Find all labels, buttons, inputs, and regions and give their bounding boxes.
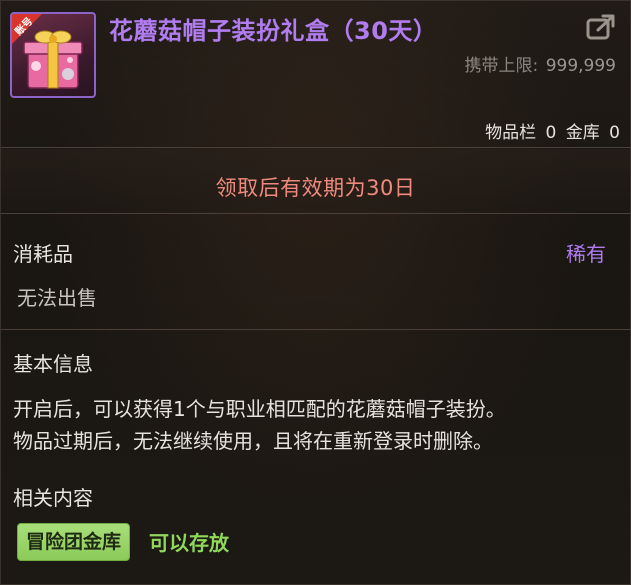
inventory-label: 物品栏 (485, 123, 537, 143)
expiry-notice: 领取后有效期为30日 (215, 176, 416, 200)
basic-info-title: 基本信息 (13, 352, 93, 376)
carry-limit-label: 携带上限: (464, 56, 539, 76)
storage-counts: 物品栏 0 金库 0 (481, 118, 620, 143)
share-button[interactable] (586, 13, 616, 41)
related-title: 相关内容 (13, 486, 93, 510)
basic-info-description: 开启后，可以获得1个与职业相匹配的花蘑菇帽子装扮。 物品过期后，无法继续使用，且… (13, 393, 506, 457)
carry-limit: 携带上限: 999,999 (465, 51, 616, 76)
item-tooltip: 账号 花蘑菇帽子装扮礼盒（30天） 携带上限: 999,999 物品栏 0 金库… (0, 0, 631, 585)
adventure-vault-tag[interactable]: 冒险团金库 (17, 523, 131, 561)
header-divider (1, 147, 630, 148)
vault-count: 0 (609, 123, 620, 143)
item-name: 花蘑菇帽子装扮礼盒（30天） (109, 17, 438, 45)
category-divider (1, 329, 630, 330)
tooltip-header: 账号 花蘑菇帽子装扮礼盒（30天） 携带上限: 999,999 物品栏 0 金库… (1, 1, 630, 147)
vault-label: 金库 (565, 123, 600, 143)
item-rarity: 稀有 (566, 242, 606, 266)
share-icon (586, 14, 615, 40)
gift-box-icon: 账号 (10, 12, 96, 98)
storage-status: 可以存放 (149, 531, 229, 555)
description-line: 开启后，可以获得1个与职业相匹配的花蘑菇帽子装扮。 (13, 397, 506, 421)
description-line: 物品过期后，无法继续使用，且将在重新登录时删除。 (13, 429, 493, 453)
carry-limit-value: 999,999 (545, 56, 616, 76)
item-category: 消耗品 (13, 242, 73, 266)
notice-divider (1, 213, 630, 214)
inventory-count: 0 (545, 123, 557, 143)
sell-status: 无法出售 (17, 286, 97, 310)
